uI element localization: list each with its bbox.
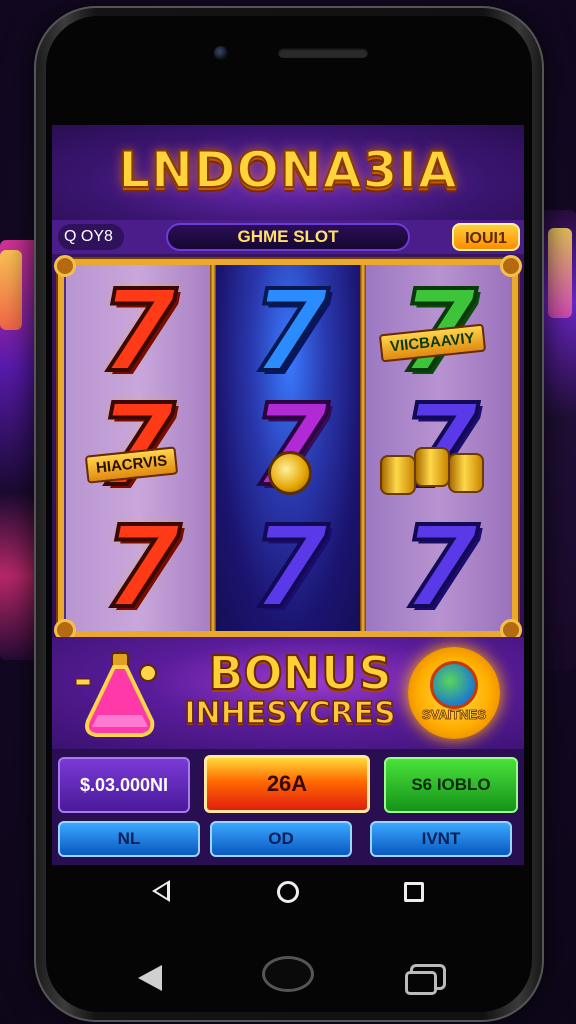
- reel-2: 7 7 7: [216, 265, 362, 631]
- game-title: LNDONA3IA: [117, 140, 458, 200]
- option-button-2[interactable]: OD: [210, 821, 352, 857]
- background-light-left: [0, 250, 22, 330]
- hardware-back-icon[interactable]: [138, 965, 162, 991]
- reel-3: 7 VIICBAAVIY 7 7: [366, 265, 512, 631]
- nav-recents-icon[interactable]: [404, 882, 424, 902]
- seven-symbol-blue: 7: [249, 267, 331, 397]
- option-button-3[interactable]: IVNT: [370, 821, 512, 857]
- reels-frame: 7 7 HIACRVIS 7 7 7 7 7 VIICBAAVIY 7 7: [54, 255, 522, 641]
- earpiece-speaker: [278, 48, 368, 58]
- win-button[interactable]: S6 IOBLO: [384, 757, 518, 813]
- seven-symbol-red: 7: [101, 503, 183, 633]
- balance-display[interactable]: $.03.000NI: [58, 757, 190, 813]
- gold-medal-icon: [268, 451, 312, 495]
- coin-counter: Q OY8: [58, 224, 124, 250]
- credit-badge[interactable]: IOUI1: [452, 223, 520, 251]
- bonus-title: BONUS: [207, 646, 392, 700]
- frame-corner-ornament: [54, 255, 76, 277]
- frame-corner-ornament: [500, 255, 522, 277]
- option-button-1[interactable]: NL: [58, 821, 200, 857]
- seven-symbol-red: 7: [97, 267, 179, 397]
- globe-icon: [430, 661, 478, 709]
- nav-home-icon[interactable]: [277, 881, 299, 903]
- seven-symbol-violet: 7: [399, 503, 481, 633]
- game-slot-label: GHME SLOT: [166, 223, 410, 251]
- sun-badge-icon: SVAITNES: [408, 647, 500, 739]
- reel-1: 7 7 HIACRVIS 7: [66, 265, 212, 631]
- control-panel: $.03.000NI 26A S6 IOBLO NL OD IVNT: [52, 749, 524, 865]
- seven-symbol-violet: 7: [249, 503, 331, 633]
- info-bar: Q OY8 GHME SLOT IOUI1: [52, 220, 524, 254]
- coin-icon: [414, 447, 450, 487]
- front-camera-icon: [214, 46, 228, 60]
- nav-back-icon[interactable]: [152, 880, 170, 902]
- game-screen: LNDONA3IA Q OY8 GHME SLOT IOUI1 7 7 HIAC…: [52, 125, 524, 865]
- bonus-subtitle: INHESYCRES: [184, 696, 397, 732]
- coin-icon: [380, 455, 416, 495]
- background-light-right: [548, 228, 572, 318]
- hardware-recents-icon[interactable]: [405, 964, 446, 995]
- gold-coins-icon: [380, 443, 500, 503]
- bonus-banner: BONUS INHESYCRES SVAITNES: [52, 637, 524, 749]
- spin-button[interactable]: 26A: [204, 755, 370, 813]
- sun-badge-label: SVAITNES: [421, 707, 487, 723]
- potion-bottle-icon: [75, 652, 157, 737]
- seven-symbol-red: 7: [95, 381, 177, 511]
- title-banner: LNDONA3IA: [52, 125, 524, 220]
- hardware-home-button[interactable]: [262, 956, 314, 992]
- coin-icon: [448, 453, 484, 493]
